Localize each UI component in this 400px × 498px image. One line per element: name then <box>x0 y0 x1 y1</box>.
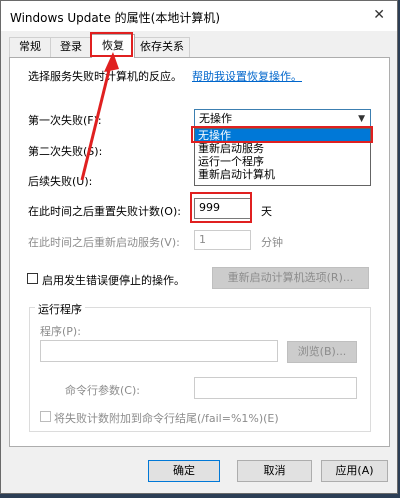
annotation-arrow-icon <box>80 52 119 181</box>
